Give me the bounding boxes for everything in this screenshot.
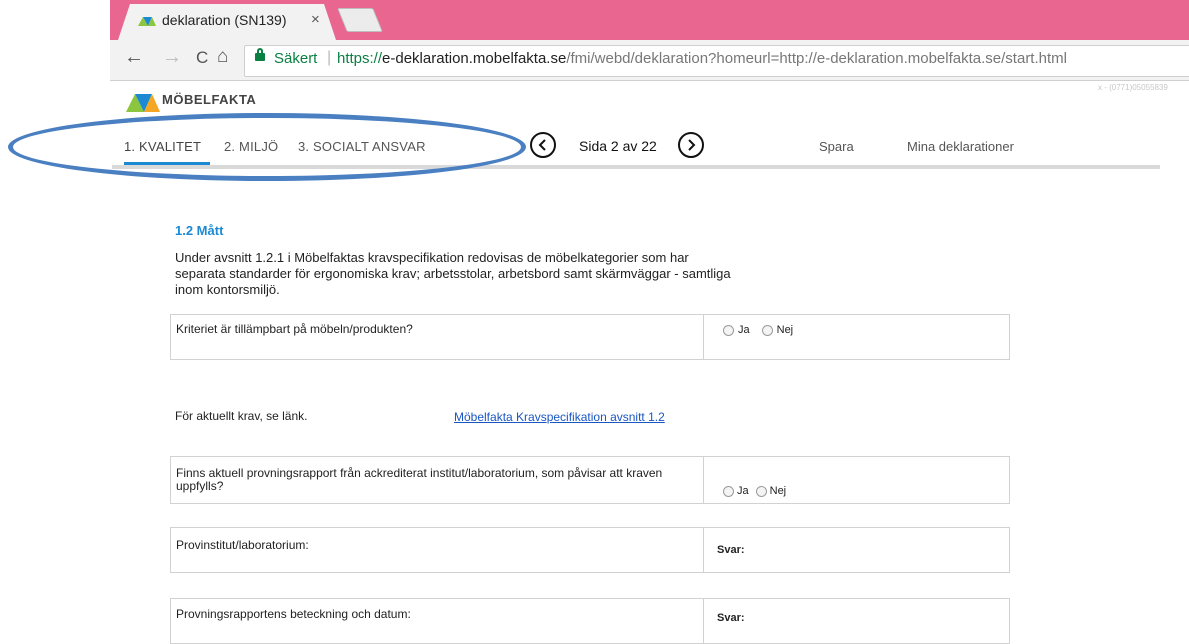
question-applicable-text: Kriteriet är tillämpbart på möbeln/produ…: [176, 322, 413, 336]
my-declarations-link[interactable]: Mina deklarationer: [907, 139, 1014, 154]
row-divider: [703, 528, 704, 572]
report-no-radio[interactable]: [755, 485, 767, 497]
section-title: 1.2 Mått: [175, 223, 224, 238]
next-page-button[interactable]: [678, 132, 704, 158]
report-yes-label: Ja: [737, 485, 749, 497]
url-path: /fmi/webd/deklaration?homeurl=http://e-d…: [566, 50, 1067, 67]
url-scheme: https://: [337, 50, 383, 67]
highlight-annotation: [8, 113, 526, 181]
applicable-yes-radio[interactable]: [723, 324, 734, 336]
question-institute-row: Provinstitut/laboratorium: Svar:: [170, 527, 1010, 573]
applicable-yes-label: Ja: [738, 324, 750, 336]
forward-icon[interactable]: →: [162, 46, 182, 69]
question-report-id-row: Provningsrapportens beteckning och datum…: [170, 598, 1010, 644]
question-report-id-text: Provningsrapportens beteckning och datum…: [176, 607, 411, 621]
logo-text: MÖBELFAKTA: [162, 92, 257, 107]
question-report-row: Finns aktuell provningsrapport från ackr…: [170, 456, 1010, 504]
url-host: e-deklaration.mobelfakta.se: [382, 50, 567, 67]
save-link[interactable]: Spara: [819, 139, 854, 154]
tab-title: deklaration (SN139): [162, 12, 287, 28]
report-id-answer-field[interactable]: Svar:: [710, 603, 1002, 633]
back-icon[interactable]: ←: [124, 46, 144, 69]
url-text[interactable]: https://e-deklaration.mobelfakta.se/fmi/…: [337, 50, 1067, 67]
question-applicable-row: Kriteriet är tillämpbart på möbeln/produ…: [170, 314, 1010, 360]
chevron-right-icon: [688, 139, 696, 151]
previous-page-button[interactable]: [530, 132, 556, 158]
secure-label: Säkert: [274, 50, 318, 67]
applicable-radio-group: Ja Nej: [723, 324, 793, 336]
url-separator: |: [327, 49, 332, 66]
favicon-icon: [138, 17, 156, 26]
section-intro: Under avsnitt 1.2.1 i Möbelfaktas kravsp…: [175, 250, 731, 297]
close-icon[interactable]: ×: [311, 11, 320, 28]
report-yes-radio[interactable]: [723, 485, 734, 497]
link-prompt: För aktuellt krav, se länk.: [175, 409, 308, 423]
chevron-left-icon: [538, 139, 546, 151]
corner-text: x - (0771)05055839: [1098, 83, 1168, 92]
institute-answer-label: Svar:: [717, 544, 745, 556]
question-institute-text: Provinstitut/laboratorium:: [176, 538, 309, 552]
report-no-label: Nej: [769, 485, 787, 497]
question-report-text: Finns aktuell provningsrapport från ackr…: [176, 466, 663, 493]
kravspecifikation-link[interactable]: Möbelfakta Kravspecifikation avsnitt 1.2: [454, 410, 665, 424]
row-divider: [703, 315, 704, 359]
mobelfakta-logo-icon: [126, 94, 160, 112]
applicable-no-label: Nej: [776, 324, 794, 336]
lock-icon: [255, 48, 265, 61]
reload-icon[interactable]: C: [196, 48, 208, 68]
applicable-no-radio[interactable]: [761, 324, 773, 336]
page-indicator: Sida 2 av 22: [579, 138, 657, 154]
institute-answer-field[interactable]: Svar:: [710, 534, 1002, 566]
row-divider: [703, 599, 704, 643]
row-divider: [703, 457, 704, 503]
home-icon[interactable]: ⌂: [217, 46, 228, 68]
report-radio-group: Ja Nej: [723, 485, 786, 497]
report-id-answer-label: Svar:: [717, 612, 745, 624]
